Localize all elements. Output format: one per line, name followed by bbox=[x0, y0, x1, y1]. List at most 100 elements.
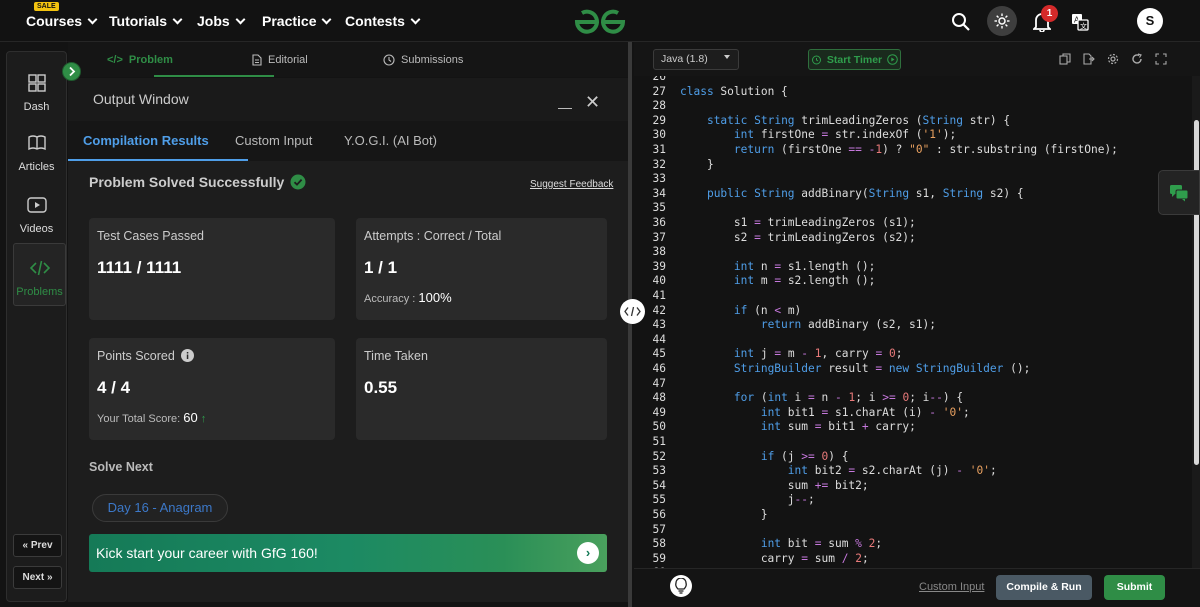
settings-icon[interactable] bbox=[1107, 53, 1119, 65]
time-taken-card: Time Taken 0.55 bbox=[356, 338, 607, 440]
points-card: Points Scored 4 / 4 Your Total Score: 60… bbox=[89, 338, 335, 440]
line-number: 48 bbox=[652, 391, 666, 405]
line-number: 58 bbox=[652, 537, 666, 551]
points-value: 4 / 4 bbox=[97, 378, 131, 397]
active-tab-indicator bbox=[154, 75, 274, 77]
line-number: 44 bbox=[652, 332, 666, 346]
prev-button[interactable]: « Prev bbox=[13, 534, 62, 557]
tab-problem[interactable]: </> Problem bbox=[107, 54, 173, 66]
line-number: 51 bbox=[652, 435, 666, 448]
nav-practice[interactable]: Practice bbox=[262, 13, 332, 29]
submit-button[interactable]: Submit bbox=[1104, 575, 1165, 600]
banner-text: Kick start your career with GfG 160! bbox=[96, 545, 318, 561]
line-number: 41 bbox=[652, 289, 666, 302]
theme-toggle-icon[interactable] bbox=[987, 6, 1017, 36]
next-label: Next bbox=[22, 572, 45, 583]
code-icon bbox=[29, 260, 50, 276]
output-window: Output Window ✕ Compilation Results Cust… bbox=[68, 78, 628, 602]
code-text: for (int i = n - 1; i >= 0; i--) { bbox=[733, 391, 964, 405]
nav-courses[interactable]: Courses bbox=[26, 13, 98, 29]
sidebar-item-label: Problems bbox=[16, 286, 63, 298]
expand-sidebar-button[interactable] bbox=[62, 62, 81, 81]
start-timer-button[interactable]: Start Timer bbox=[808, 49, 901, 70]
language-select[interactable]: Java (1.8) bbox=[653, 49, 739, 70]
problem-tabs: </> Problem Editorial Submissions bbox=[68, 42, 628, 77]
chat-widget[interactable] bbox=[1158, 170, 1200, 215]
accuracy-value: 100% bbox=[418, 290, 452, 305]
sidebar-item-videos[interactable]: Videos bbox=[7, 194, 66, 235]
line-number: 53 bbox=[652, 464, 666, 478]
reset-icon[interactable] bbox=[1131, 53, 1143, 65]
editor-footer: Custom Input Compile & Run Submit bbox=[634, 568, 1200, 607]
nav-tutorials-label: Tutorials bbox=[109, 13, 168, 29]
chevron-right-icon[interactable]: › bbox=[577, 542, 599, 564]
minimize-icon[interactable] bbox=[558, 108, 572, 109]
avatar[interactable]: S bbox=[1137, 8, 1163, 34]
status-row: Problem Solved Successfully bbox=[89, 174, 306, 190]
line-number: 32 bbox=[652, 157, 666, 171]
solve-next-heading: Solve Next bbox=[89, 460, 153, 474]
fullscreen-icon[interactable] bbox=[1155, 53, 1167, 65]
info-icon[interactable] bbox=[181, 349, 195, 362]
test-cases-card: Test Cases Passed 1111 / 1111 bbox=[89, 218, 335, 320]
search-icon[interactable] bbox=[947, 8, 975, 36]
left-sidebar: Dash Articles Videos Problems « Prev Nex… bbox=[6, 51, 67, 602]
sidebar-item-problems[interactable]: Problems bbox=[13, 243, 66, 306]
line-number: 52 bbox=[652, 449, 666, 463]
nav-jobs-label: Jobs bbox=[197, 13, 230, 29]
code-editor[interactable]: 26 27 class Solution {28 29 static String t… bbox=[634, 76, 1190, 568]
suggest-feedback-link[interactable]: Suggest Feedback bbox=[530, 179, 613, 190]
nav-jobs[interactable]: Jobs bbox=[197, 13, 246, 29]
line-number: 27 bbox=[652, 84, 666, 98]
attempts-label: Attempts : Correct / Total bbox=[364, 229, 502, 243]
sidebar-item-dash[interactable]: Dash bbox=[7, 72, 66, 113]
notification-badge: 1 bbox=[1041, 5, 1058, 22]
code-text: } bbox=[680, 157, 714, 171]
translate-icon[interactable]: A文 bbox=[1066, 8, 1094, 36]
nav-contests[interactable]: Contests bbox=[345, 13, 421, 29]
sidebar-item-articles[interactable]: Articles bbox=[7, 132, 66, 173]
gfg-logo[interactable] bbox=[570, 5, 630, 37]
lightbulb-icon[interactable] bbox=[670, 575, 692, 597]
code-text: int firstOne = str.indexOf ('1'); bbox=[733, 128, 957, 142]
line-number: 39 bbox=[652, 259, 666, 273]
file-export-icon[interactable] bbox=[1083, 53, 1095, 65]
copy-icon[interactable] bbox=[1059, 53, 1071, 65]
nav-tutorials[interactable]: Tutorials bbox=[109, 13, 183, 29]
language-value: Java (1.8) bbox=[661, 53, 708, 65]
line-number: 56 bbox=[652, 508, 666, 521]
line-number: 47 bbox=[652, 376, 666, 390]
code-text: sum += bit2; bbox=[680, 478, 869, 492]
next-button[interactable]: Next » bbox=[13, 566, 62, 589]
gfg160-banner[interactable]: Kick start your career with GfG 160! › bbox=[89, 534, 607, 572]
code-text: int sum = bit1 + carry; bbox=[760, 420, 916, 434]
compile-run-button[interactable]: Compile & Run bbox=[996, 575, 1092, 600]
panel-splitter[interactable] bbox=[628, 42, 632, 607]
play-icon bbox=[887, 54, 898, 65]
tab-compilation-results[interactable]: Compilation Results bbox=[83, 133, 209, 148]
next-problem-chip[interactable]: Day 16 - Anagram bbox=[92, 494, 228, 522]
code-text: class Solution { bbox=[680, 84, 788, 98]
chevron-down-icon bbox=[87, 14, 98, 24]
line-number: 33 bbox=[652, 172, 666, 186]
nav-courses-label: Courses bbox=[26, 13, 83, 29]
nav-contests-label: Contests bbox=[345, 13, 405, 29]
total-score-label: Your Total Score: bbox=[97, 413, 181, 425]
close-icon[interactable]: ✕ bbox=[585, 93, 600, 111]
resize-handle-icon[interactable] bbox=[620, 299, 645, 324]
code-text: static String trimLeadingZeros (String s… bbox=[706, 113, 1011, 127]
test-cases-label: Test Cases Passed bbox=[97, 229, 204, 243]
status-message: Problem Solved Successfully bbox=[89, 174, 285, 190]
points-label: Points Scored bbox=[97, 349, 175, 363]
tab-editorial[interactable]: Editorial bbox=[252, 54, 308, 66]
custom-input-link[interactable]: Custom Input bbox=[919, 581, 984, 593]
sidebar-item-label: Articles bbox=[18, 161, 55, 173]
tab-yogi-ai-bot[interactable]: Y.O.G.I. (AI Bot) bbox=[344, 133, 437, 148]
check-circle-icon bbox=[290, 174, 306, 190]
time-taken-label: Time Taken bbox=[364, 349, 428, 363]
test-cases-value: 1111 / 1111 bbox=[97, 258, 182, 277]
tab-custom-input[interactable]: Custom Input bbox=[235, 133, 312, 148]
tab-submissions[interactable]: Submissions bbox=[383, 54, 463, 66]
line-number: 29 bbox=[652, 113, 666, 127]
line-number: 42 bbox=[652, 303, 666, 317]
